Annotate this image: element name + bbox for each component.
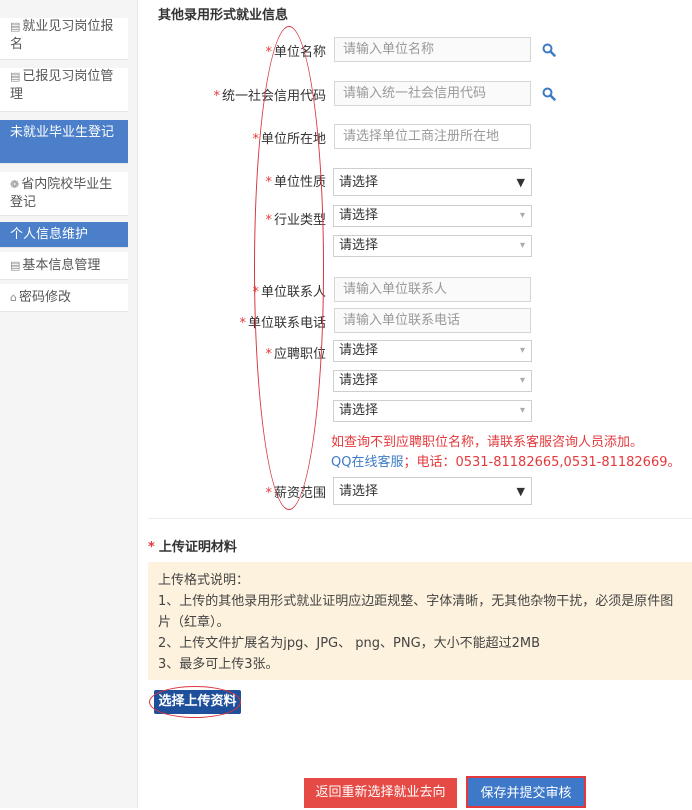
dropdown-arrow-icon: ▼ bbox=[516, 176, 525, 189]
sidebar: ▤ 就业见习岗位报名 ▤ 已报见习岗位管理 未就业毕业生登记 ❁ 省内院校毕业生登记 … bbox=[0, 0, 138, 808]
industry-select-2[interactable]: 请选择 ▾ bbox=[333, 235, 532, 257]
back-button[interactable]: 返回重新选择就业去向 bbox=[304, 778, 457, 808]
sidebar-item-basic-info[interactable]: ▤ 基本信息管理 bbox=[0, 252, 128, 280]
chevron-down-icon: ▾ bbox=[519, 210, 525, 221]
credit-code-input[interactable] bbox=[334, 81, 531, 106]
sidebar-item-label: 基本信息管理 bbox=[22, 258, 101, 273]
document-icon: ▤ bbox=[10, 20, 21, 33]
annotation-ellipse bbox=[149, 686, 241, 718]
list-icon: ▤ bbox=[10, 259, 21, 272]
sidebar-section-personal: 个人信息维护 bbox=[0, 222, 128, 248]
unit-name-input[interactable] bbox=[334, 37, 531, 62]
sidebar-item-password[interactable]: ⌂ 密码修改 bbox=[0, 284, 128, 312]
lock-icon: ⌂ bbox=[10, 291, 17, 304]
section-title: 其他录用形式就业信息 bbox=[158, 8, 289, 23]
sidebar-section-label: 个人信息维护 bbox=[10, 227, 89, 242]
submit-button[interactable]: 保存并提交审核 bbox=[466, 776, 586, 808]
notice-line: 2、上传文件扩展名为jpg、JPG、 png、PNG，大小不能超过2MB bbox=[158, 636, 541, 651]
upload-title: * 上传证明材料 bbox=[148, 540, 237, 555]
chevron-down-icon: ▾ bbox=[519, 240, 525, 251]
flower-icon: ❁ bbox=[10, 178, 20, 191]
divider bbox=[148, 518, 692, 519]
contact-info-line: QQ在线客服；电话：0531-81182665,0531-81182669。 bbox=[331, 455, 681, 470]
notice-line: 上传格式说明： bbox=[158, 573, 250, 588]
qq-service-link[interactable]: QQ在线客服 bbox=[331, 455, 403, 470]
industry-select-1[interactable]: 请选择 ▾ bbox=[333, 205, 532, 227]
sidebar-item-label: 省内院校毕业生登记 bbox=[10, 177, 113, 210]
location-select[interactable] bbox=[334, 124, 531, 149]
position-select-1[interactable]: 请选择 ▾ bbox=[333, 340, 532, 362]
dropdown-arrow-icon: ▼ bbox=[516, 485, 525, 498]
sidebar-item-label: 已报见习岗位管理 bbox=[10, 69, 114, 102]
sidebar-item-internship-manage[interactable]: ▤ 已报见习岗位管理 bbox=[0, 68, 128, 112]
upload-notice: 上传格式说明： 1、上传的其他录用形式就业证明应边距规整、字体清晰，无其他杂物干… bbox=[148, 562, 692, 680]
notice-line: 3、最多可上传3张。 bbox=[158, 657, 279, 672]
search-icon[interactable] bbox=[542, 87, 556, 101]
salary-select[interactable]: 请选择 ▼ bbox=[333, 477, 532, 505]
search-icon[interactable] bbox=[542, 43, 556, 57]
main-content: 其他录用形式就业信息 *单位名称 *统一社会信用代码 *单位所在地 *单位性质 … bbox=[148, 0, 692, 808]
sidebar-item-label: 密码修改 bbox=[18, 290, 71, 305]
position-select-2[interactable]: 请选择 ▾ bbox=[333, 370, 532, 392]
nature-select[interactable]: 请选择 ▼ bbox=[333, 168, 532, 196]
chevron-down-icon: ▾ bbox=[519, 345, 525, 356]
sidebar-item-internship-apply[interactable]: ▤ 就业见习岗位报名 bbox=[0, 18, 128, 60]
sidebar-item-unemployed-register[interactable]: 未就业毕业生登记 bbox=[0, 120, 128, 164]
phone-input[interactable] bbox=[334, 308, 531, 333]
document-icon: ▤ bbox=[10, 70, 21, 83]
position-help-text: 如查询不到应聘职位名称，请联系客服咨询人员添加。 bbox=[331, 435, 644, 450]
sidebar-item-label: 未就业毕业生登记 bbox=[10, 125, 115, 140]
sidebar-item-province-register[interactable]: ❁ 省内院校毕业生登记 bbox=[0, 172, 128, 216]
chevron-down-icon: ▾ bbox=[519, 375, 525, 386]
annotation-ellipse bbox=[254, 26, 324, 510]
position-select-3[interactable]: 请选择 ▾ bbox=[333, 400, 532, 422]
chevron-down-icon: ▾ bbox=[519, 405, 525, 416]
contact-input[interactable] bbox=[334, 277, 531, 302]
notice-line: 1、上传的其他录用形式就业证明应边距规整、字体清晰，无其他杂物干扰，必须是原件图… bbox=[158, 594, 674, 630]
sidebar-item-label: 就业见习岗位报名 bbox=[10, 19, 114, 52]
